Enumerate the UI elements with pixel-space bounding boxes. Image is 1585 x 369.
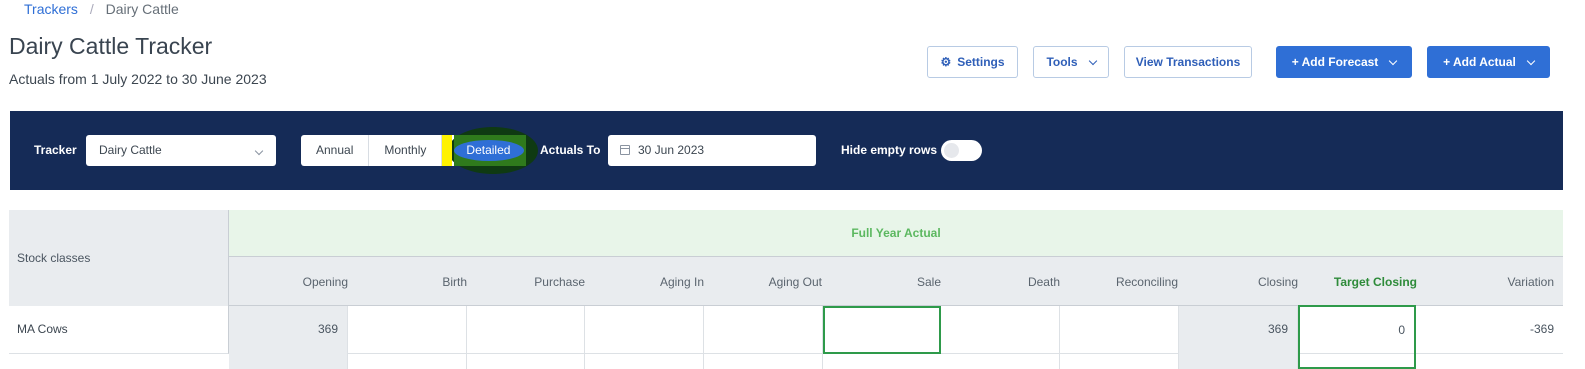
gear-icon: ⚙ bbox=[940, 55, 952, 69]
view-annual-button[interactable]: Annual bbox=[301, 135, 370, 166]
col-death: Death bbox=[1027, 275, 1060, 289]
col-purchase: Purchase bbox=[534, 275, 585, 289]
chevron-down-icon bbox=[254, 146, 264, 156]
cell-target-closing[interactable]: 0 bbox=[1298, 305, 1416, 369]
col-closing: Closing bbox=[1257, 275, 1298, 289]
stock-classes-header: Stock classes bbox=[9, 210, 229, 306]
view-transactions-label: View Transactions bbox=[1135, 55, 1241, 69]
cell-aging-in[interactable] bbox=[585, 306, 704, 369]
col-target-closing: Target Closing bbox=[1333, 275, 1417, 289]
view-monthly-button[interactable]: Monthly bbox=[369, 135, 443, 166]
table-row: MA Cows 369 369 0 -369 bbox=[9, 305, 1563, 369]
cell-birth[interactable] bbox=[348, 306, 467, 369]
stock-classes-label: Stock classes bbox=[17, 251, 91, 265]
col-aging-in: Aging In bbox=[659, 275, 704, 289]
tracker-select[interactable]: Dairy Cattle bbox=[86, 135, 276, 166]
tracker-table: Stock classes Full Year Actual Opening B… bbox=[9, 210, 1563, 369]
chevron-down-icon bbox=[1088, 56, 1097, 65]
add-actual-label: + Add Actual bbox=[1443, 55, 1516, 69]
cell-purchase[interactable] bbox=[467, 306, 585, 369]
view-detailed-button[interactable]: Detailed bbox=[442, 127, 539, 174]
tools-label: Tools bbox=[1046, 55, 1078, 69]
column-header-row: Opening Birth Purchase Aging In Aging Ou… bbox=[229, 257, 1563, 306]
view-detailed-label: Detailed bbox=[466, 143, 511, 157]
full-year-actual-header: Full Year Actual bbox=[229, 210, 1563, 257]
settings-button[interactable]: ⚙ Settings bbox=[927, 46, 1018, 78]
tracker-label: Tracker bbox=[34, 143, 77, 157]
chevron-down-icon bbox=[1389, 56, 1398, 65]
hide-empty-rows-toggle[interactable] bbox=[941, 140, 982, 161]
col-reconciling: Reconciling bbox=[1115, 275, 1178, 289]
add-forecast-button[interactable]: + Add Forecast bbox=[1276, 46, 1412, 78]
add-forecast-label: + Add Forecast bbox=[1291, 55, 1379, 69]
toggle-knob bbox=[944, 143, 959, 158]
tracker-select-value: Dairy Cattle bbox=[99, 143, 162, 157]
row-label: MA Cows bbox=[9, 306, 229, 354]
page-subtitle: Actuals from 1 July 2022 to 30 June 2023 bbox=[9, 71, 267, 87]
hide-empty-rows-label: Hide empty rows bbox=[841, 143, 938, 157]
cell-variation: -369 bbox=[1529, 322, 1554, 336]
col-sale: Sale bbox=[916, 275, 941, 289]
actuals-to-value: 30 Jun 2023 bbox=[638, 143, 705, 157]
col-opening: Opening bbox=[302, 275, 348, 289]
breadcrumb-trackers-link[interactable]: Trackers bbox=[24, 1, 78, 17]
chevron-down-icon bbox=[1526, 56, 1536, 65]
breadcrumb-current: Dairy Cattle bbox=[105, 1, 179, 17]
filter-toolbar: Tracker Dairy Cattle Annual Monthly Deta… bbox=[10, 111, 1563, 190]
breadcrumb: Trackers / Dairy Cattle bbox=[24, 1, 179, 17]
cell-reconciling[interactable] bbox=[1060, 306, 1179, 369]
settings-label: Settings bbox=[957, 55, 1005, 69]
actuals-to-label: Actuals To bbox=[540, 143, 601, 157]
actuals-to-date-input[interactable]: 30 Jun 2023 bbox=[608, 135, 816, 166]
page-title: Dairy Cattle Tracker bbox=[9, 33, 213, 59]
tools-button[interactable]: Tools bbox=[1033, 46, 1109, 78]
highlight-mark bbox=[442, 135, 453, 166]
add-actual-button[interactable]: + Add Actual bbox=[1427, 46, 1550, 78]
cell-closing: 369 bbox=[1179, 306, 1298, 369]
cell-opening: 369 bbox=[229, 306, 348, 369]
view-transactions-button[interactable]: View Transactions bbox=[1124, 46, 1252, 78]
breadcrumb-separator: / bbox=[89, 1, 94, 17]
calendar-icon bbox=[620, 145, 630, 155]
col-variation: Variation bbox=[1507, 275, 1554, 289]
col-aging-out: Aging Out bbox=[768, 275, 822, 289]
view-segmented-control: Annual Monthly Detailed bbox=[301, 127, 539, 174]
cell-death[interactable] bbox=[941, 306, 1060, 369]
cell-sale[interactable] bbox=[823, 306, 941, 354]
col-birth: Birth bbox=[442, 275, 467, 289]
cell-aging-out[interactable] bbox=[704, 306, 823, 369]
